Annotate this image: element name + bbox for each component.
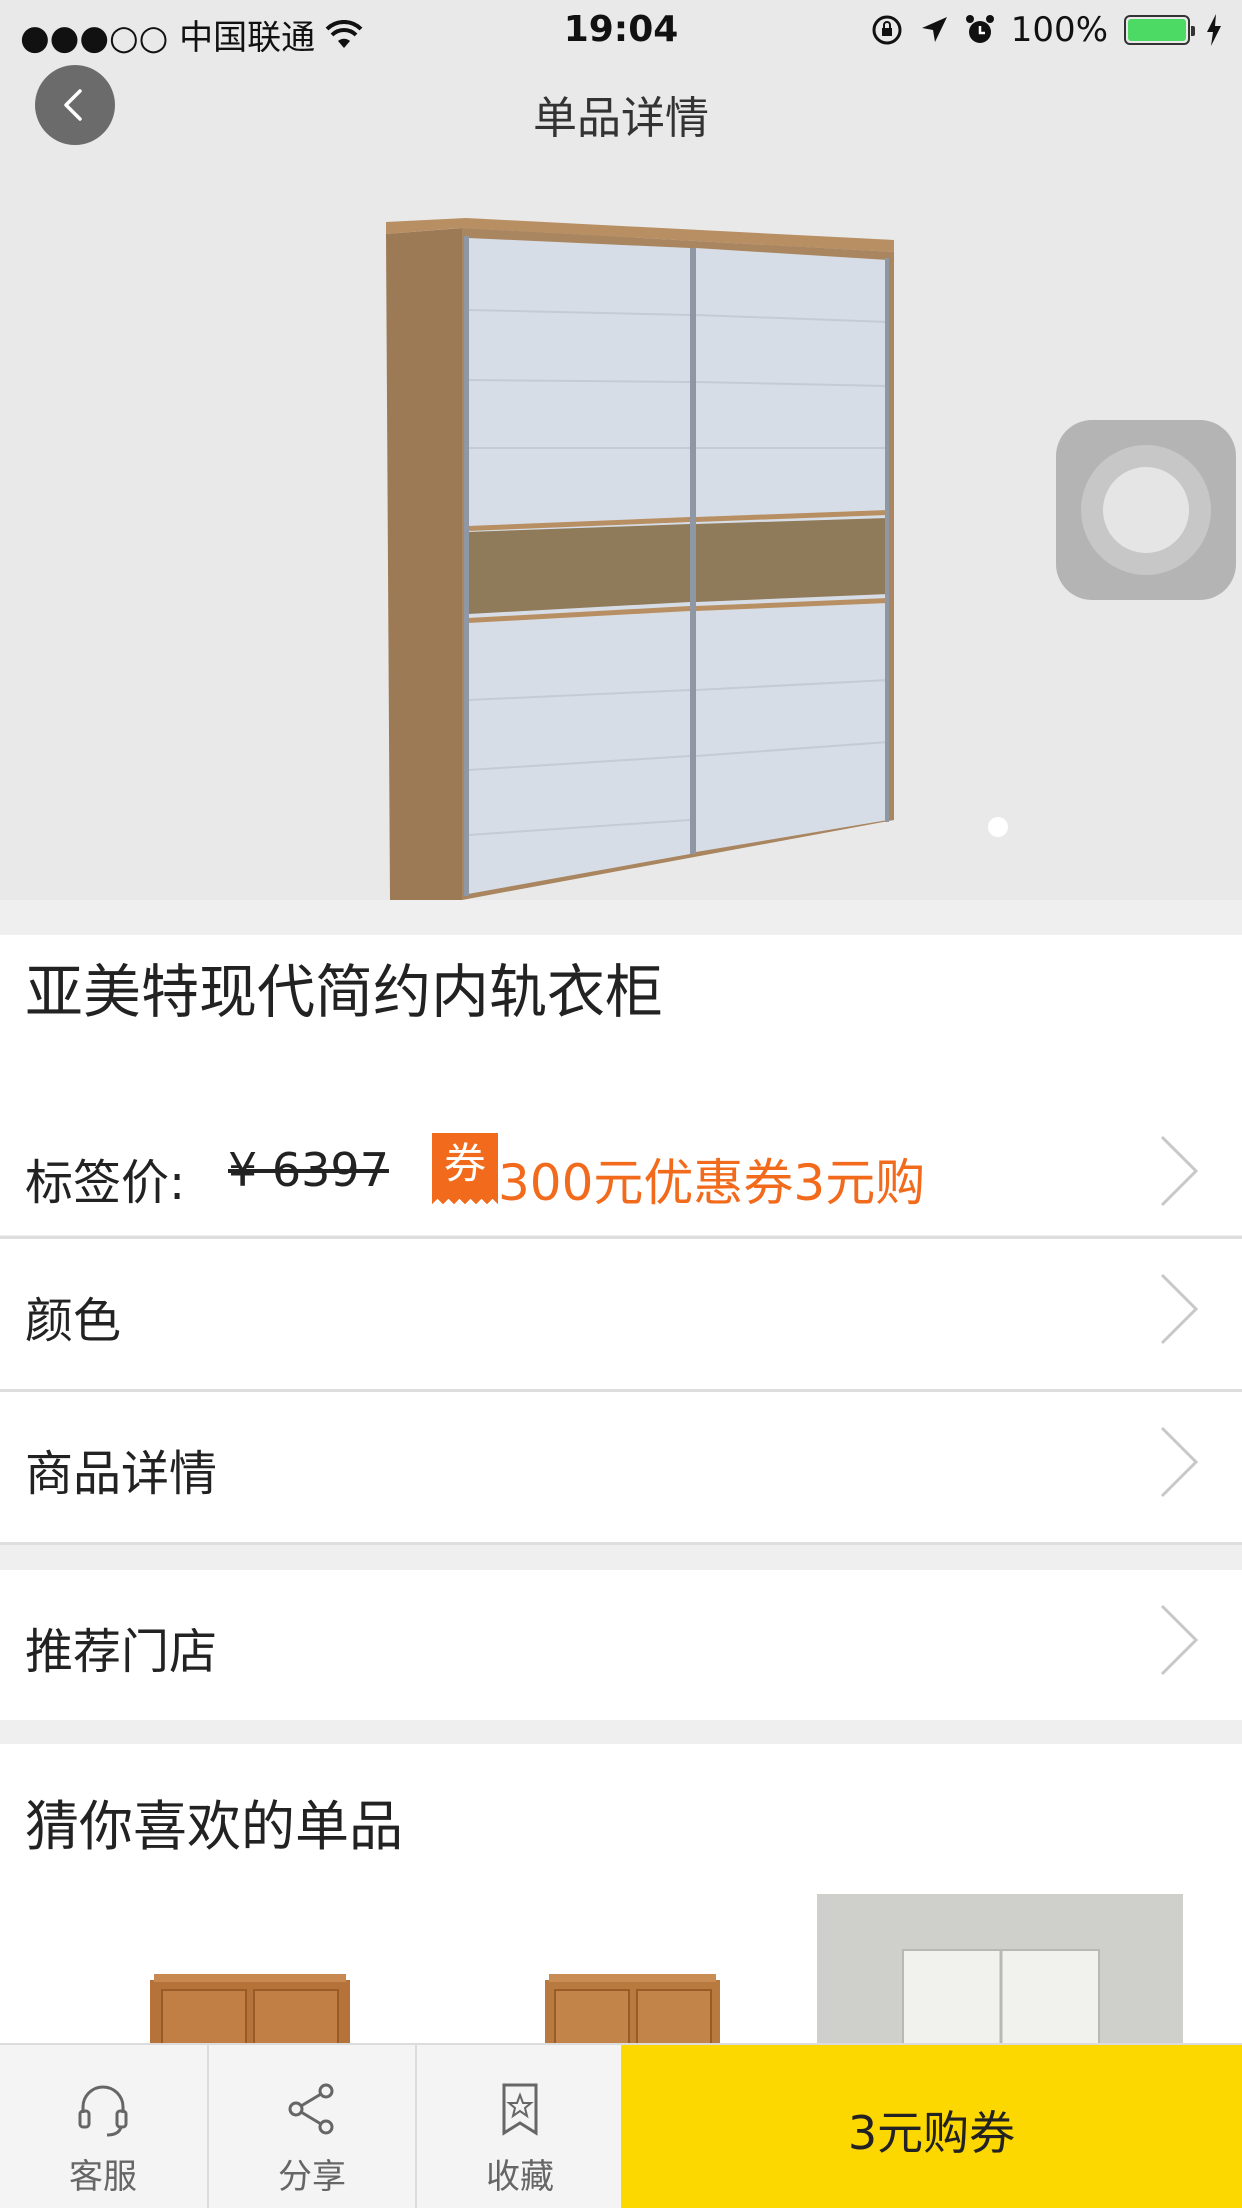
price-label: 标签价: <box>25 1155 186 1211</box>
product-info-section: 亚美特现代简约内轨衣柜 标签价: ¥ 6397 券 300元优惠券3元购 <box>0 935 1242 1235</box>
coupon-offer-text: 300元优惠券3元购 <box>498 1154 926 1212</box>
status-right: 100% <box>871 10 1222 50</box>
status-bar: ●●●○○ 中国联通 19:04 100% <box>0 0 1242 60</box>
buy-coupon-button[interactable]: 3元购券 <box>621 2045 1242 2208</box>
recommendations-section: 猜你喜欢的单品 <box>0 1744 1242 2054</box>
recommendations-title: 猜你喜欢的单品 <box>25 1795 403 1858</box>
assistive-touch-button[interactable] <box>1056 420 1236 600</box>
divider <box>0 1542 1242 1545</box>
price-coupon-row[interactable]: 标签价: ¥ 6397 券 300元优惠券3元购 <box>0 1103 1242 1238</box>
chevron-right-icon <box>1160 1426 1199 1498</box>
bottom-action-bar: 客服 分享 收藏 3元购券 <box>0 2043 1242 2208</box>
favorite-label: 收藏 <box>486 2157 554 2197</box>
chevron-right-icon <box>1160 1273 1199 1345</box>
favorite-tab[interactable]: 收藏 <box>417 2045 623 2208</box>
battery-icon <box>1124 15 1195 45</box>
location-icon <box>921 17 947 42</box>
alarm-icon <box>965 15 994 43</box>
chevron-right-icon <box>1160 1135 1199 1207</box>
coupon-badge: 券 <box>432 1133 498 1209</box>
product-title: 亚美特现代简约内轨衣柜 <box>25 958 664 1026</box>
bookmark-star-icon <box>502 2083 538 2136</box>
recommended-item-1-image[interactable] <box>150 1974 350 2054</box>
row-details-label: 商品详情 <box>25 1446 218 1502</box>
nav-bar: 单品详情 <box>0 60 1242 160</box>
recommended-item-2-image[interactable] <box>545 1974 720 2054</box>
orientation-lock-icon <box>872 15 902 45</box>
product-image-carousel[interactable] <box>0 160 1242 900</box>
buy-coupon-label: 3元购券 <box>847 2106 1016 2160</box>
carousel-indicator <box>988 817 1008 837</box>
row-stores-label: 推荐门店 <box>25 1624 218 1680</box>
share-icon <box>288 2083 334 2135</box>
headset-icon <box>78 2085 128 2137</box>
recommended-item-3-image[interactable] <box>817 1894 1183 2044</box>
chevron-right-icon <box>1160 1604 1199 1676</box>
row-color[interactable]: 颜色 <box>0 1239 1242 1389</box>
share-label: 分享 <box>278 2157 346 2197</box>
row-recommended-stores[interactable]: 推荐门店 <box>0 1570 1242 1720</box>
page-title: 单品详情 <box>533 93 709 144</box>
customer-service-label: 客服 <box>69 2157 137 2197</box>
row-color-label: 颜色 <box>25 1293 122 1349</box>
row-product-details[interactable]: 商品详情 <box>0 1392 1242 1542</box>
customer-service-tab[interactable]: 客服 <box>0 2045 206 2208</box>
share-tab[interactable]: 分享 <box>209 2045 415 2208</box>
charging-icon <box>1207 14 1221 46</box>
original-price: ¥ 6397 <box>228 1143 389 1197</box>
battery-percent: 100% <box>1010 10 1108 50</box>
